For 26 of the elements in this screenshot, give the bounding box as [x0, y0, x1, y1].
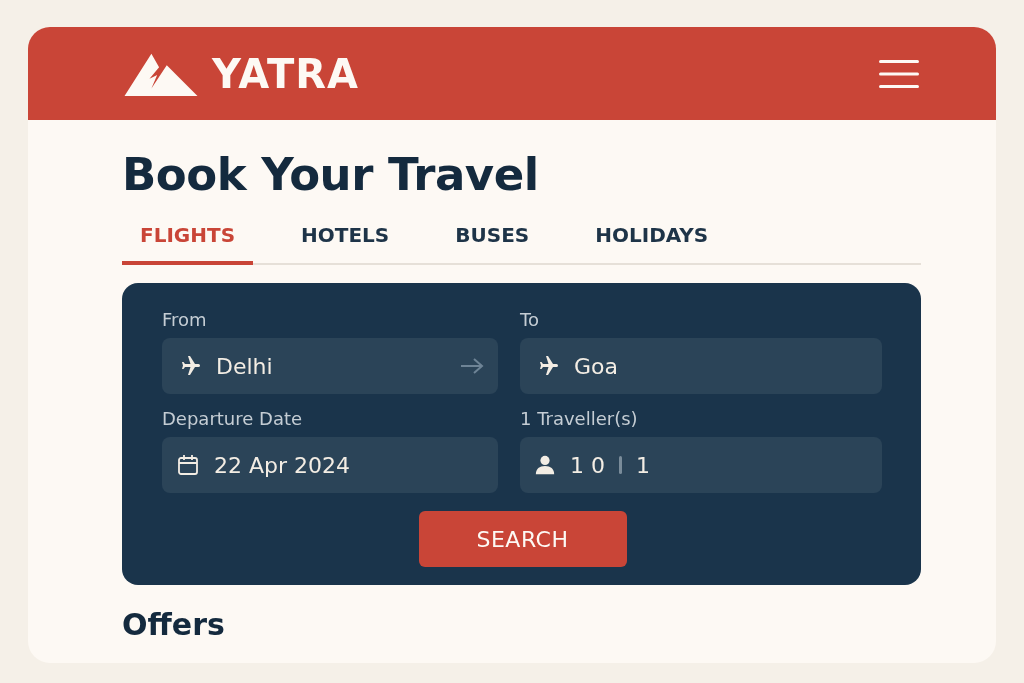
brand-name: YATRA	[212, 50, 360, 97]
input-field[interactable]: Delhi	[162, 338, 498, 394]
menu-icon	[879, 58, 919, 89]
input-field[interactable]: Goa	[520, 338, 882, 394]
tab[interactable]: HOTELS	[283, 217, 408, 265]
field-label: To	[520, 309, 540, 330]
field-label: Departure Date	[162, 408, 304, 429]
arrow-right-icon	[460, 357, 484, 375]
input-field[interactable]: 1 0 1	[520, 437, 882, 493]
menu-button[interactable]	[879, 58, 919, 89]
field-value: 22 Apr 2024	[214, 452, 351, 478]
tab[interactable]: FLIGHTS	[122, 217, 254, 265]
field-value: Goa	[574, 353, 618, 379]
field-value: 1	[636, 452, 650, 478]
tab[interactable]: BUSES	[437, 217, 548, 265]
input-field[interactable]: 22 Apr 2024	[162, 437, 498, 493]
tab[interactable]: HOLIDAYS	[577, 217, 727, 265]
field-value: 1 0	[570, 452, 605, 478]
field-value: Delhi	[216, 353, 273, 379]
page-title: Book Your Travel	[122, 148, 540, 201]
section-heading: Offers	[122, 607, 226, 642]
search-button[interactable]: SEARCH	[418, 511, 627, 567]
calendar-icon	[176, 453, 200, 477]
person-icon	[534, 454, 556, 476]
field-label: 1 Traveller(s)	[520, 408, 639, 429]
field-label: From	[162, 309, 208, 330]
